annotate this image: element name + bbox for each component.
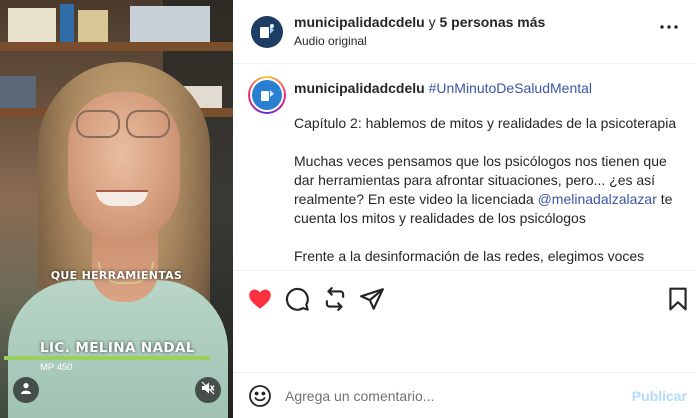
send-button[interactable] xyxy=(359,286,385,312)
heart-filled-icon xyxy=(247,289,273,316)
repost-button[interactable] xyxy=(322,286,348,312)
caption-avatar[interactable] xyxy=(248,76,286,114)
save-button[interactable] xyxy=(665,286,691,312)
emoji-button[interactable] xyxy=(248,384,272,413)
header-avatar[interactable] xyxy=(251,16,283,48)
book xyxy=(0,76,36,108)
speaker-name-tag: LIC. MELINA NADAL xyxy=(40,340,195,356)
post-caption-area: municipalidadcdelu #UnMinutoDeSaludMenta… xyxy=(233,64,696,270)
comment-input[interactable] xyxy=(285,385,625,407)
header-connector: y xyxy=(424,14,440,30)
book xyxy=(78,10,108,42)
send-icon xyxy=(359,288,385,316)
caption-text: Capítulo 2: hablemos de mitos y realidad… xyxy=(294,114,689,270)
book xyxy=(8,8,56,42)
glasses-left xyxy=(76,110,120,138)
user-icon xyxy=(20,381,32,399)
name-tag-bar xyxy=(4,356,210,360)
book xyxy=(60,4,74,42)
more-options-button[interactable] xyxy=(658,16,680,43)
glasses-right xyxy=(126,110,170,138)
action-bar xyxy=(233,270,696,374)
bookshelf xyxy=(0,42,233,51)
comment-composer: Publicar xyxy=(233,372,696,418)
header-others-link[interactable]: 5 personas más xyxy=(439,14,545,30)
speaker-registration: MP 450 xyxy=(40,362,73,373)
tagged-users-button[interactable] xyxy=(13,377,39,403)
caption-paragraph: Frente a la desinformación de las redes,… xyxy=(294,248,665,270)
header-username[interactable]: municipalidadcdelu xyxy=(294,14,425,30)
caption-author-line: municipalidadcdelu #UnMinutoDeSaludMenta… xyxy=(294,80,592,96)
video-caption: QUE HERRAMIENTAS xyxy=(50,269,183,282)
publish-button[interactable]: Publicar xyxy=(632,388,687,404)
bookmark-icon xyxy=(665,287,691,316)
caption-username[interactable]: municipalidadcdelu xyxy=(294,80,425,96)
post-header: municipalidadcdelu y 5 personas más Audi… xyxy=(233,0,696,64)
caption-paragraph: Muchas veces pensamos que los psicólogos… xyxy=(294,152,689,228)
speaker-muted-icon xyxy=(201,381,215,400)
comment-icon xyxy=(284,287,310,316)
caption-chapter: Capítulo 2: hablemos de mitos y realidad… xyxy=(294,115,677,131)
hashtag-link[interactable]: #UnMinutoDeSaludMental xyxy=(429,80,592,96)
book xyxy=(130,6,210,42)
emoji-icon xyxy=(248,385,272,412)
mention-link[interactable]: @melinadalzalazar xyxy=(538,191,657,207)
audio-link[interactable]: Audio original xyxy=(294,34,367,48)
video-player[interactable]: QUE HERRAMIENTAS LIC. MELINA NADAL MP 45… xyxy=(0,0,233,418)
person-smile xyxy=(96,190,148,206)
header-authors: municipalidadcdelu y 5 personas más xyxy=(294,14,545,30)
comment-button[interactable] xyxy=(284,286,310,312)
mute-button[interactable] xyxy=(195,377,221,403)
like-button[interactable] xyxy=(247,286,273,312)
repost-icon xyxy=(322,287,348,316)
more-dots-icon xyxy=(658,25,680,42)
